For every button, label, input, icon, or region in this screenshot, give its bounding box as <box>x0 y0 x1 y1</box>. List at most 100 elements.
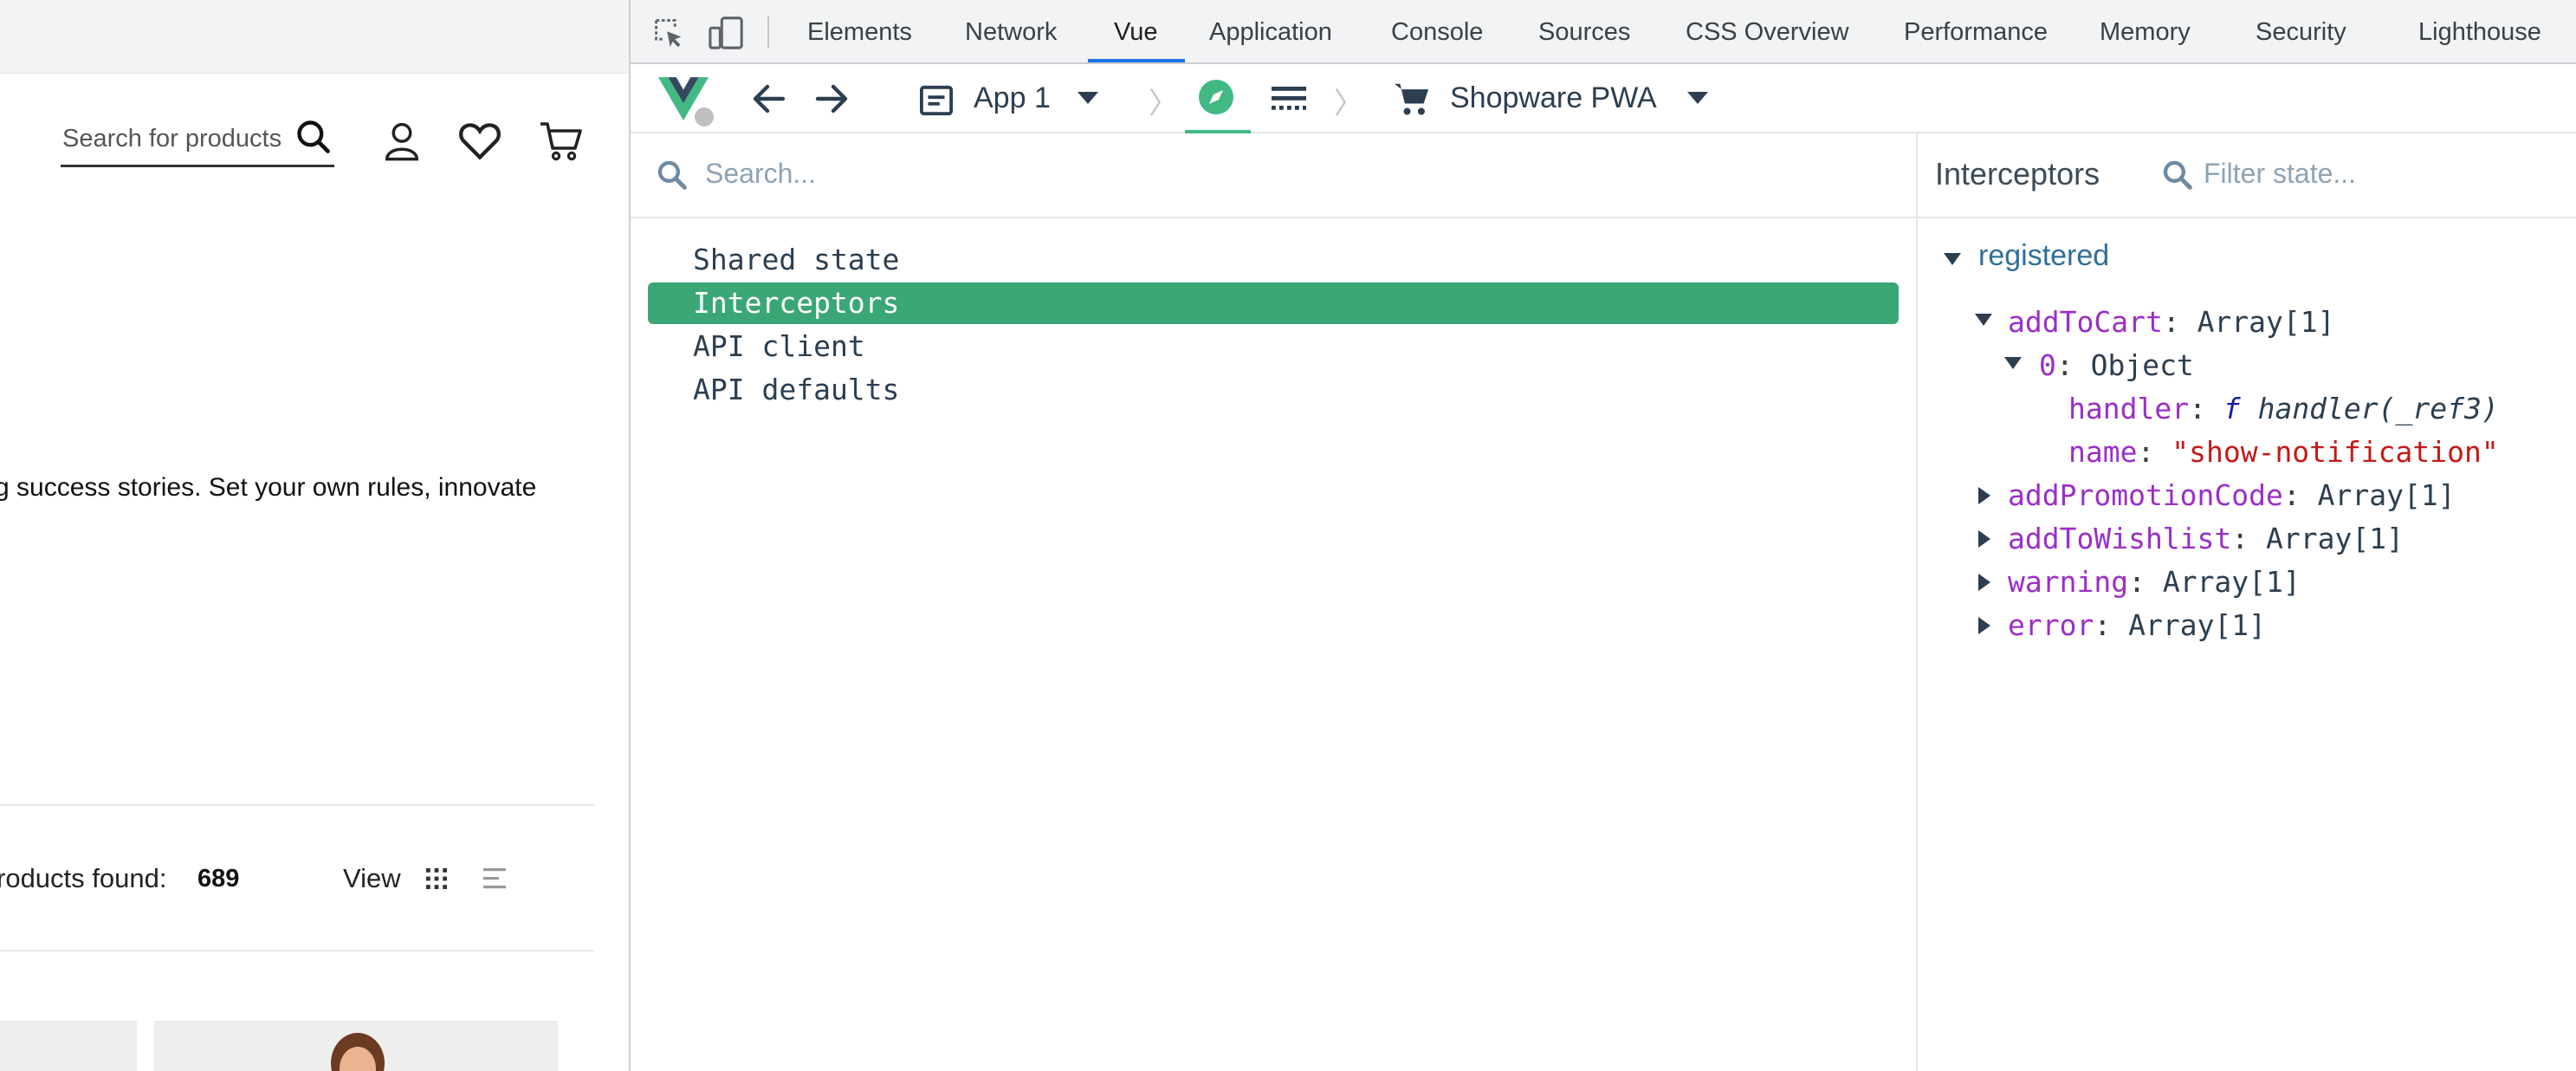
state-colon: : <box>2128 565 2163 599</box>
tab-lighthouse[interactable]: Lighthouse <box>2418 0 2541 62</box>
inspector-search-bar: Search... <box>631 133 1916 218</box>
search-icon[interactable] <box>294 118 333 156</box>
state-colon: : <box>2231 522 2267 555</box>
state-entry-warning[interactable]: warning: Array[1] <box>2008 563 2301 601</box>
state-key: name <box>2068 435 2138 469</box>
tab-vue[interactable]: Vue <box>1114 0 1158 62</box>
state-key: 0 <box>2039 348 2056 382</box>
tab-console[interactable]: Console <box>1391 0 1483 62</box>
state-colon: : <box>2189 392 2223 425</box>
state-key: error <box>2008 608 2094 642</box>
state-key: addToCart <box>2008 305 2163 339</box>
chevron-down-icon[interactable] <box>1078 92 1098 106</box>
divider <box>0 804 594 806</box>
vue-toolbar: App 1 〉 〉 Shopware PWA <box>631 64 2576 133</box>
state-value: Array[1] <box>2128 608 2267 642</box>
state-key: warning <box>2008 565 2129 599</box>
expand-arrow-icon[interactable] <box>1978 530 1990 548</box>
state-value: Array[1] <box>2162 565 2301 599</box>
state-value: Array[1] <box>2197 305 2335 339</box>
state-colon: : <box>2094 608 2129 642</box>
app-window-icon <box>920 85 953 116</box>
hero-text: g success stories. Set your own rules, i… <box>0 473 537 502</box>
function-name: handler(_ref3) <box>2257 392 2499 425</box>
state-value: Array[1] <box>2266 522 2404 555</box>
tree-item-api-client[interactable]: API client <box>648 326 1899 367</box>
tab-security[interactable]: Security <box>2256 0 2346 62</box>
expand-arrow-icon[interactable] <box>1978 487 1990 504</box>
device-toolbar-icon[interactable] <box>709 16 745 50</box>
compass-icon[interactable] <box>1199 80 1233 114</box>
products-found-count: 689 <box>197 865 240 892</box>
state-entry-name[interactable]: name: "show-notification" <box>2068 433 2499 471</box>
breadcrumb-separator: 〉 <box>1334 88 1363 120</box>
state-inspector-pane: Interceptors Filter state... registered … <box>1918 133 2576 1071</box>
back-arrow-icon[interactable] <box>752 83 786 114</box>
inspector-search-input[interactable]: Search... <box>705 158 816 190</box>
tree-item-interceptors[interactable]: Interceptors <box>648 282 1899 324</box>
forward-arrow-icon[interactable] <box>814 83 849 114</box>
function-marker: f <box>2223 392 2241 425</box>
shopping-cart-icon <box>1395 83 1429 115</box>
state-key: handler <box>2068 392 2190 425</box>
chevron-down-icon[interactable] <box>1687 92 1708 106</box>
cart-icon[interactable] <box>539 120 584 163</box>
state-entry-handler[interactable]: handler: f handler(_ref3) <box>2068 390 2499 428</box>
products-found-label: roducts found: <box>0 863 167 893</box>
account-icon[interactable] <box>379 118 424 163</box>
tab-css-overview[interactable]: CSS Overview <box>1686 0 1849 62</box>
expand-arrow-icon[interactable] <box>1978 574 1990 591</box>
timeline-icon[interactable] <box>1270 83 1308 114</box>
view-label: View <box>343 863 401 893</box>
shop-search-input[interactable]: Search for products <box>62 125 282 153</box>
shop-top-strip <box>0 0 629 74</box>
state-header: Interceptors Filter state... <box>1918 133 2576 218</box>
grid-view-icon[interactable] <box>426 868 447 889</box>
store-selector[interactable]: Shopware PWA <box>1450 81 1657 115</box>
devtools-tab-bar: Elements Network Vue Application Console… <box>631 0 2576 64</box>
state-entry-error[interactable]: error: Array[1] <box>2008 607 2266 645</box>
app-selector[interactable]: App 1 <box>974 81 1051 115</box>
tab-bar-separator <box>767 16 769 49</box>
state-entry-item-0[interactable]: 0: Object <box>2039 347 2194 385</box>
connection-status-dot <box>693 106 715 128</box>
tab-performance[interactable]: Performance <box>1904 0 2048 62</box>
collapse-arrow-icon[interactable] <box>2004 357 2022 369</box>
state-filter-input[interactable]: Filter state... <box>2204 158 2356 190</box>
product-image[interactable] <box>154 1021 558 1071</box>
product-image[interactable] <box>0 1021 137 1071</box>
state-value: Object <box>2090 348 2194 382</box>
collapse-arrow-icon[interactable] <box>1975 314 1992 326</box>
tab-application[interactable]: Application <box>1209 0 1332 62</box>
divider <box>0 950 594 951</box>
filter-search-icon <box>2163 160 2192 190</box>
tab-network[interactable]: Network <box>965 0 1057 62</box>
tree-item-shared-state[interactable]: Shared state <box>648 239 1899 281</box>
wishlist-heart-icon[interactable] <box>457 120 502 161</box>
collapse-arrow-icon[interactable] <box>1944 253 1961 265</box>
inspect-element-icon[interactable] <box>653 17 684 49</box>
inspector-tree-pane: Search... Shared state Interceptors API … <box>631 133 1918 1071</box>
tab-sources[interactable]: Sources <box>1538 0 1630 62</box>
active-tab-indicator <box>1088 59 1185 62</box>
state-colon: : <box>2162 305 2197 339</box>
state-value: Array[1] <box>2317 478 2456 512</box>
tab-elements[interactable]: Elements <box>807 0 912 62</box>
state-entry-addtocart[interactable]: addToCart: Array[1] <box>2008 303 2335 341</box>
state-colon: : <box>2055 348 2091 382</box>
tree-item-api-defaults[interactable]: API defaults <box>648 369 1899 411</box>
state-title: Interceptors <box>1935 156 2100 191</box>
search-icon <box>657 160 687 190</box>
state-colon: : <box>2282 478 2318 512</box>
state-key: addToWishlist <box>2008 522 2232 555</box>
list-view-icon[interactable] <box>483 868 506 889</box>
state-key: addPromotionCode <box>2008 478 2283 512</box>
devtools-panel: Elements Network Vue Application Console… <box>629 0 2576 1071</box>
state-entry-addtowishlist[interactable]: addToWishlist: Array[1] <box>2008 520 2404 558</box>
tab-memory[interactable]: Memory <box>2100 0 2191 62</box>
state-entry-addpromotioncode[interactable]: addPromotionCode: Array[1] <box>2008 477 2456 515</box>
expand-arrow-icon[interactable] <box>1978 617 1990 634</box>
breadcrumb-separator: 〉 <box>1149 88 1178 120</box>
state-section-registered[interactable]: registered <box>1978 239 2109 273</box>
state-string-value: "show-notification" <box>2171 435 2499 469</box>
